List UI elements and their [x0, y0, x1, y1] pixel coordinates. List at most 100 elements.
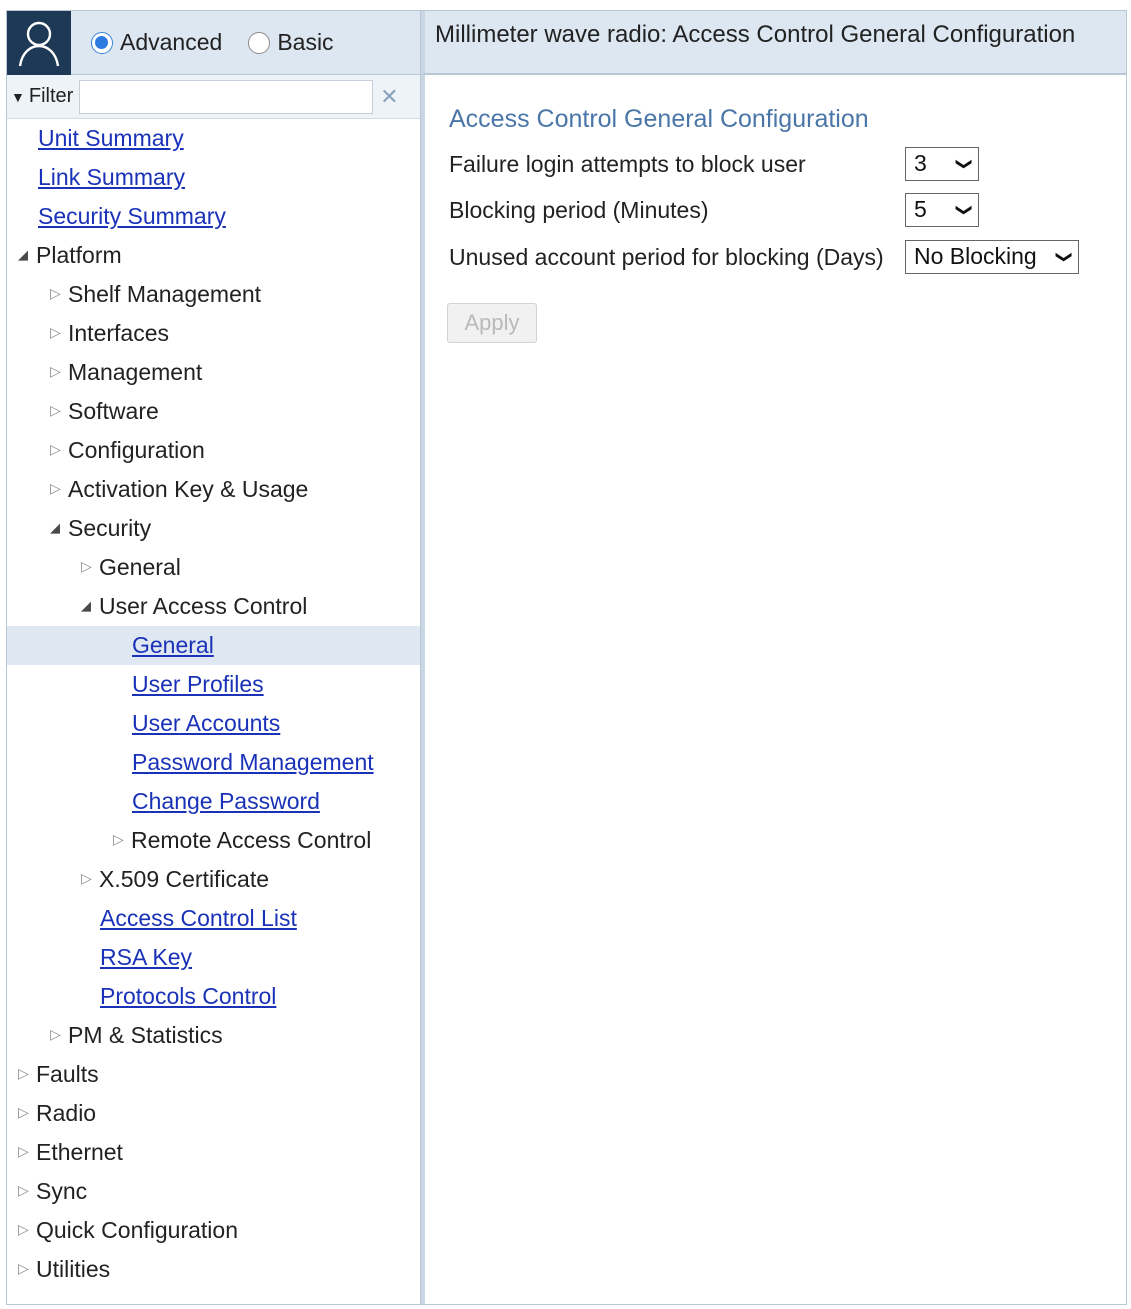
sync-label: Sync: [36, 1178, 88, 1204]
section-title: Access Control General Configuration: [449, 105, 869, 133]
content-body: Access Control General Configuration Fai…: [421, 75, 1126, 1304]
tree-item-pm-statistics[interactable]: ▷ PM & Statistics: [7, 1016, 420, 1055]
tree-item-rsa-key[interactable]: RSA Key: [7, 938, 420, 977]
tree-item-sync[interactable]: ▷ Sync: [7, 1172, 420, 1211]
activation-key-label: Activation Key & Usage: [68, 476, 309, 502]
tree-item-password-management[interactable]: Password Management: [7, 743, 420, 782]
radio-label: Radio: [36, 1100, 97, 1126]
tree-item-link-summary[interactable]: Link Summary: [7, 158, 420, 197]
tree-item-user-profiles[interactable]: User Profiles: [7, 665, 420, 704]
unused-account-label: Unused account period for blocking (Days…: [449, 244, 884, 270]
tree-item-quick-configuration[interactable]: ▷ Quick Configuration: [7, 1211, 420, 1250]
collapsed-triangle-icon[interactable]: ▷: [18, 1132, 30, 1171]
failure-login-select[interactable]: 3 ❯: [905, 147, 979, 181]
tree-item-uac-general[interactable]: General: [7, 626, 420, 665]
password-management-link[interactable]: Password Management: [132, 749, 374, 775]
expanded-triangle-icon[interactable]: ◢: [18, 235, 30, 274]
quick-configuration-label: Quick Configuration: [36, 1217, 238, 1243]
chevron-down-icon: ❯: [955, 157, 973, 171]
filter-label: Filter: [28, 85, 74, 107]
collapsed-triangle-icon[interactable]: ▷: [18, 1249, 30, 1288]
security-label: Security: [68, 515, 152, 541]
unused-account-select[interactable]: No Blocking ❯: [905, 240, 1079, 274]
blocking-period-select[interactable]: 5 ❯: [905, 193, 979, 227]
chevron-down-icon: ❯: [955, 203, 973, 217]
tree-item-utilities[interactable]: ▷ Utilities: [7, 1250, 420, 1289]
tree-item-platform[interactable]: ◢ Platform: [7, 236, 420, 275]
tree-item-ethernet[interactable]: ▷ Ethernet: [7, 1133, 420, 1172]
collapsed-triangle-icon[interactable]: ▷: [50, 274, 62, 313]
tree-item-security[interactable]: ◢ Security: [7, 509, 420, 548]
collapsed-triangle-icon[interactable]: ▷: [50, 469, 62, 508]
security-general-label: General: [99, 554, 181, 580]
tree-item-shelf-management[interactable]: ▷ Shelf Management: [7, 275, 420, 314]
clear-filter-icon[interactable]: ✕: [373, 79, 406, 114]
expanded-triangle-icon[interactable]: ◢: [50, 508, 62, 547]
user-accounts-link[interactable]: User Accounts: [132, 710, 280, 736]
unit-summary-link[interactable]: Unit Summary: [38, 125, 184, 151]
failure-login-value: 3: [914, 150, 927, 176]
faults-label: Faults: [36, 1061, 99, 1087]
interfaces-label: Interfaces: [68, 320, 169, 346]
collapsed-triangle-icon[interactable]: ▷: [50, 430, 62, 469]
ethernet-label: Ethernet: [36, 1139, 123, 1165]
tree-item-interfaces[interactable]: ▷ Interfaces: [7, 314, 420, 353]
user-icon[interactable]: [7, 10, 71, 75]
tree-item-software[interactable]: ▷ Software: [7, 392, 420, 431]
tree-item-change-password[interactable]: Change Password: [7, 782, 420, 821]
collapsed-triangle-icon[interactable]: ▷: [113, 820, 125, 859]
blocking-period-label: Blocking period (Minutes): [449, 197, 709, 223]
tree-item-access-control-list[interactable]: Access Control List: [7, 899, 420, 938]
user-access-control-label: User Access Control: [99, 593, 308, 619]
tree-item-x509[interactable]: ▷ X.509 Certificate: [7, 860, 420, 899]
security-summary-link[interactable]: Security Summary: [38, 203, 226, 229]
uac-general-link[interactable]: General: [132, 632, 214, 658]
tree-item-management[interactable]: ▷ Management: [7, 353, 420, 392]
rsa-key-link[interactable]: RSA Key: [100, 944, 192, 970]
filter-toggle[interactable]: ▼ Filter: [11, 85, 73, 108]
tree-item-security-summary[interactable]: Security Summary: [7, 197, 420, 236]
link-summary-link[interactable]: Link Summary: [38, 164, 185, 190]
collapsed-triangle-icon[interactable]: ▷: [18, 1054, 30, 1093]
access-control-list-link[interactable]: Access Control List: [100, 905, 297, 931]
filter-bar: ▼ Filter ✕: [7, 75, 420, 119]
collapsed-triangle-icon[interactable]: ▷: [81, 859, 93, 898]
advanced-radio[interactable]: Advanced: [91, 29, 222, 56]
apply-button[interactable]: Apply: [447, 303, 537, 343]
pm-statistics-label: PM & Statistics: [68, 1022, 223, 1048]
tree-item-security-general[interactable]: ▷ General: [7, 548, 420, 587]
basic-radio[interactable]: Basic: [248, 29, 334, 56]
collapsed-triangle-icon[interactable]: ▷: [50, 313, 62, 352]
shelf-management-label: Shelf Management: [68, 281, 262, 307]
collapsed-triangle-icon[interactable]: ▷: [50, 1015, 62, 1054]
filter-caret-icon: ▼: [11, 88, 25, 105]
chevron-down-icon: ❯: [1055, 250, 1073, 264]
collapsed-triangle-icon[interactable]: ▷: [81, 547, 93, 586]
change-password-link[interactable]: Change Password: [132, 788, 320, 814]
tree-item-protocols-control[interactable]: Protocols Control: [7, 977, 420, 1016]
tree-item-remote-access-control[interactable]: ▷ Remote Access Control: [7, 821, 420, 860]
mode-radio-group: Advanced Basic: [91, 29, 360, 56]
collapsed-triangle-icon[interactable]: ▷: [18, 1093, 30, 1132]
collapsed-triangle-icon[interactable]: ▷: [50, 352, 62, 391]
expanded-triangle-icon[interactable]: ◢: [81, 586, 93, 625]
tree-item-configuration[interactable]: ▷ Configuration: [7, 431, 420, 470]
collapsed-triangle-icon[interactable]: ▷: [18, 1210, 30, 1249]
software-label: Software: [68, 398, 159, 424]
tree-item-activation-key[interactable]: ▷ Activation Key & Usage: [7, 470, 420, 509]
platform-label: Platform: [36, 242, 122, 268]
collapsed-triangle-icon[interactable]: ▷: [50, 391, 62, 430]
user-profiles-link[interactable]: User Profiles: [132, 671, 264, 697]
collapsed-triangle-icon[interactable]: ▷: [18, 1171, 30, 1210]
radio-unselected-icon: [248, 31, 271, 54]
nav-topbar: Advanced Basic: [7, 10, 420, 75]
content-panel: Millimeter wave radio: Access Control Ge…: [421, 11, 1126, 1304]
tree-item-radio[interactable]: ▷ Radio: [7, 1094, 420, 1133]
protocols-control-link[interactable]: Protocols Control: [100, 983, 276, 1009]
filter-input[interactable]: [79, 79, 374, 114]
tree-item-faults[interactable]: ▷ Faults: [7, 1055, 420, 1094]
app-frame: Advanced Basic ▼ Filter ✕ Unit Summary L…: [6, 10, 1127, 1305]
tree-item-user-accounts[interactable]: User Accounts: [7, 704, 420, 743]
tree-item-user-access-control[interactable]: ◢ User Access Control: [7, 587, 420, 626]
tree-item-unit-summary[interactable]: Unit Summary: [7, 119, 420, 158]
